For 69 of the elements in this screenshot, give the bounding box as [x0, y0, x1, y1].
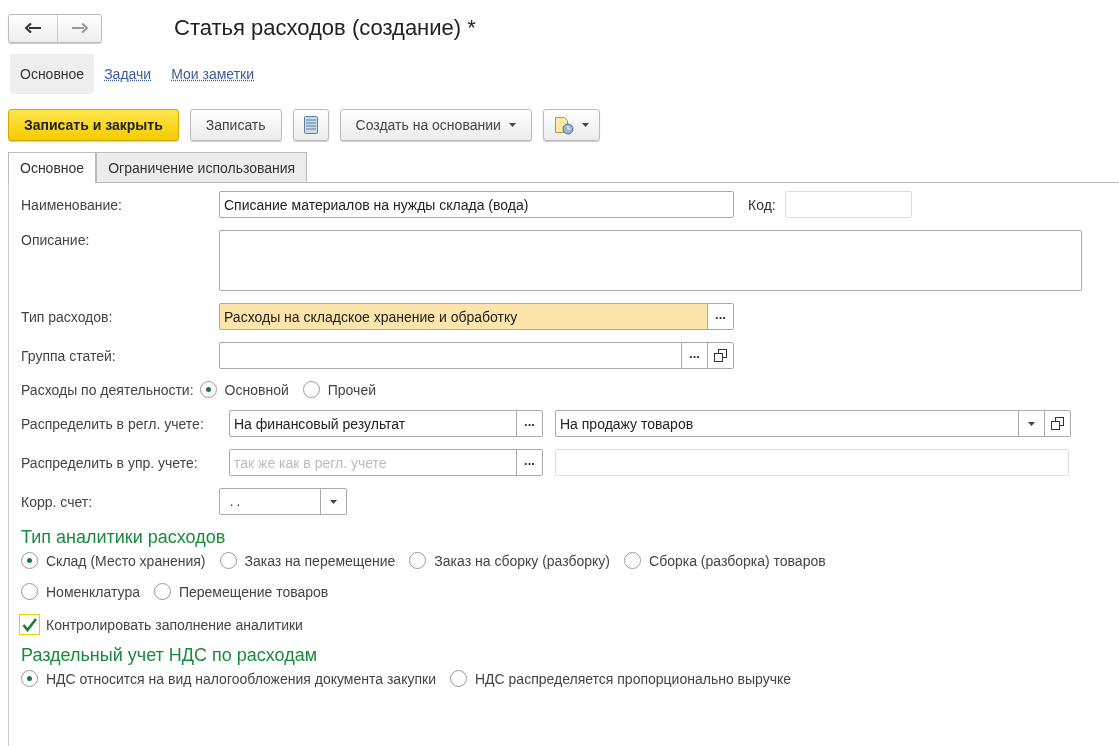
field-label: Корр. счет: — [21, 493, 94, 510]
distribute-target-field[interactable]: На продажу товаров — [555, 410, 1071, 437]
article-group-field[interactable]: ... — [219, 342, 734, 369]
section-link[interactable]: Мои заметки — [161, 54, 264, 94]
radio-label: Номенклатура — [46, 583, 140, 600]
window-title: Статья расходов (создание) * — [174, 15, 476, 41]
select-button[interactable]: ... — [707, 304, 733, 329]
caret-icon — [581, 123, 589, 127]
distribute-target-field[interactable] — [555, 449, 1069, 476]
radio-button[interactable] — [153, 583, 171, 600]
radio-button[interactable] — [302, 381, 320, 398]
field-label: Код: — [748, 196, 776, 213]
radio-label: Сборка (разборка) товаров — [649, 552, 826, 569]
radio-label: Заказ на сборку (разборку) — [434, 552, 610, 569]
section-title: Раздельный учет НДС по расходам — [21, 645, 319, 666]
save-and-close-button[interactable]: Записать и закрыть — [8, 109, 179, 141]
select-button[interactable]: ... — [516, 450, 542, 475]
radio-label: Перемещение товаров — [178, 583, 329, 600]
section-title: Тип аналитики расходов — [21, 527, 227, 548]
radio-label: Заказ на перемещение — [244, 552, 396, 569]
field-label: Распределить в регл. учете: — [21, 415, 205, 432]
code-field[interactable] — [784, 191, 912, 218]
radio-label: НДС распределяется пропорционально выручке — [474, 670, 792, 687]
select-button[interactable]: ... — [681, 343, 707, 368]
radio-label: Основной — [224, 381, 289, 398]
back-arrow-icon — [25, 23, 41, 33]
caret-icon — [508, 123, 516, 127]
radio-button[interactable] — [21, 552, 38, 569]
radio-button[interactable] — [21, 583, 38, 600]
radio-button[interactable] — [219, 552, 237, 569]
tab[interactable]: Основное — [8, 152, 97, 183]
section-link[interactable]: Задачи — [94, 54, 162, 94]
field-label: Расходы по деятельности: — [21, 381, 194, 398]
radio-label: Склад (Место хранения) — [46, 552, 206, 569]
forward-arrow-icon — [71, 23, 88, 33]
list-icon — [303, 116, 318, 134]
open-window-icon — [714, 349, 727, 362]
checkmark-icon — [22, 617, 37, 632]
distribute-mgmt-field[interactable]: так же как в регл. учете ... — [229, 449, 543, 476]
checkbox-label: Контролировать заполнение аналитики — [46, 616, 303, 633]
radio-button[interactable] — [449, 670, 467, 687]
radio-button[interactable] — [409, 552, 427, 569]
select-button[interactable]: ... — [516, 411, 542, 436]
radio-button[interactable] — [624, 552, 641, 569]
dropdown-caret-icon — [1028, 421, 1035, 426]
field-label: Группа статей: — [21, 347, 117, 364]
corr-account-field[interactable]: . . — [219, 488, 347, 515]
dropdown-caret-icon — [330, 499, 337, 504]
report-button[interactable] — [542, 109, 600, 141]
field-label: Наименование: — [21, 196, 123, 213]
tab[interactable]: Ограничение использования — [96, 152, 308, 182]
description-field[interactable] — [219, 230, 1082, 291]
radio-label: НДС относится на вид налогообложения документа закупки — [46, 670, 436, 687]
list-button[interactable] — [292, 109, 329, 141]
open-window-icon — [1051, 417, 1064, 430]
radio-button[interactable] — [199, 381, 217, 398]
document-clock-icon — [553, 115, 574, 135]
save-button[interactable]: Записать — [189, 109, 282, 141]
field-label: Описание: — [21, 231, 91, 248]
expense-type-field[interactable]: Расходы на складское хранение и обработку ... — [219, 303, 734, 330]
checkbox[interactable] — [19, 614, 40, 635]
radio-label: Прочей — [327, 381, 376, 398]
section-link[interactable]: Основное — [10, 54, 95, 94]
radio-button[interactable] — [21, 670, 38, 687]
create-based-on-button[interactable]: Создать на основании — [339, 109, 532, 141]
name-field[interactable]: Списание материалов на нужды склада (вода) — [219, 191, 734, 218]
distribute-regl-field[interactable]: На финансовый результат ... — [229, 410, 543, 437]
field-label: Распределить в упр. учете: — [21, 454, 199, 471]
field-label: Тип расходов: — [21, 308, 114, 325]
